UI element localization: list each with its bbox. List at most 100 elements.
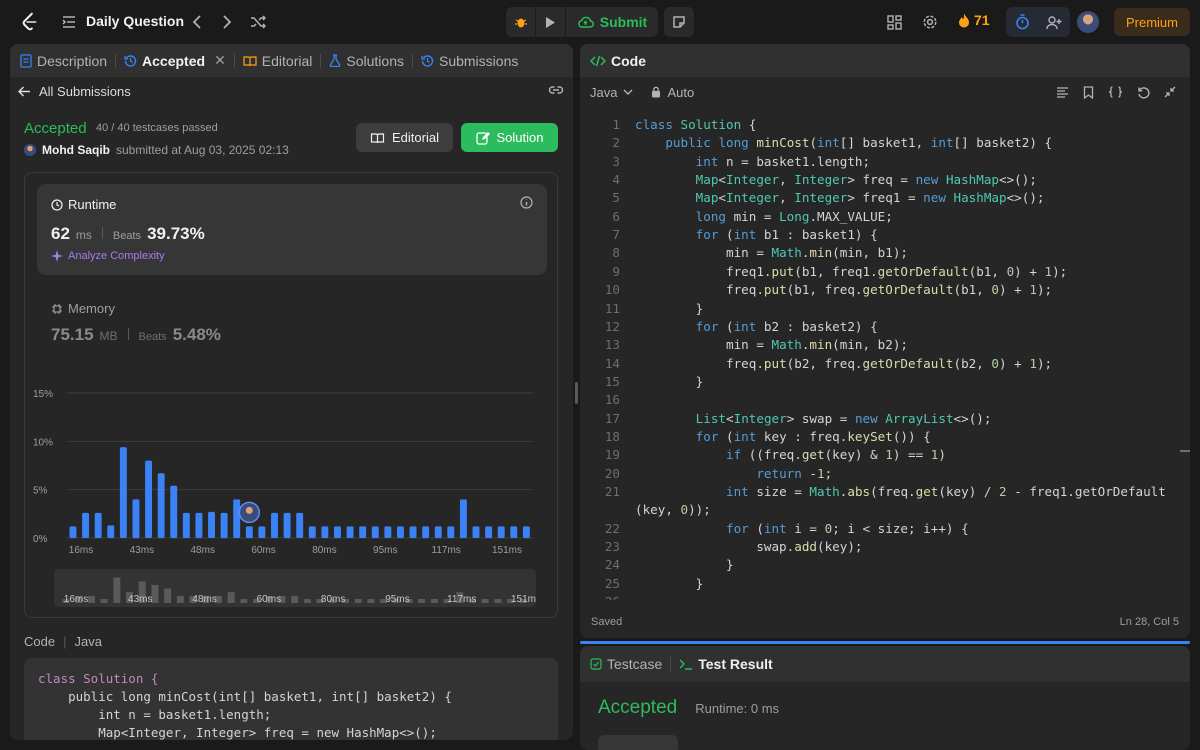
submitter-avatar[interactable] bbox=[24, 144, 36, 156]
code-line[interactable]: 3 int n = basket1.length; bbox=[580, 153, 1180, 172]
line-number: 4 bbox=[612, 172, 620, 188]
code-line[interactable]: 1 class Solution { bbox=[580, 116, 1180, 135]
code-line[interactable]: 17 List<Integer> swap = new ArrayList<>(… bbox=[580, 410, 1180, 429]
value-divider bbox=[101, 227, 103, 239]
code-tab-bar: Code bbox=[580, 44, 1190, 77]
reset-icon[interactable] bbox=[1137, 86, 1150, 99]
mini-bar bbox=[418, 599, 426, 603]
memory-label[interactable]: Memory bbox=[51, 301, 115, 316]
code-line[interactable]: 25 } bbox=[580, 575, 1180, 594]
vertical-resize-handle[interactable] bbox=[580, 641, 1190, 644]
analyze-complexity-link[interactable]: Analyze Complexity bbox=[51, 250, 165, 262]
settings-gear-icon[interactable] bbox=[920, 12, 940, 32]
close-tab-icon[interactable]: ✕ bbox=[214, 52, 226, 69]
run-button[interactable] bbox=[536, 7, 566, 37]
format-lines-icon[interactable] bbox=[1056, 86, 1069, 98]
code-line[interactable]: 11 } bbox=[580, 300, 1180, 319]
code-line[interactable]: 21 int size = Math.abs(freq.get(key) / 2… bbox=[580, 483, 1180, 502]
tab-accepted[interactable]: Accepted ✕ bbox=[124, 52, 226, 69]
code-line[interactable]: 7 for (int b1 : basket1) { bbox=[580, 226, 1180, 245]
code-line[interactable]: 12 for (int b2 : basket2) { bbox=[580, 318, 1180, 337]
panel-resize-handle[interactable] bbox=[575, 382, 578, 404]
tab-testcase[interactable]: Testcase bbox=[590, 656, 662, 672]
streak-counter[interactable]: 71 bbox=[958, 12, 990, 28]
runtime-distribution-chart[interactable]: 15% 10% 5% 0% 16ms 43ms 48ms 60ms 80ms 95ms 117ms 1… bbox=[25, 378, 559, 568]
code-line[interactable]: 15 } bbox=[580, 373, 1180, 392]
all-submissions-link[interactable]: All Submissions bbox=[18, 84, 131, 99]
code-line[interactable]: 22 for (int i = 0; i < size; i++) { bbox=[580, 520, 1180, 539]
tab-solutions[interactable]: Solutions bbox=[329, 53, 404, 69]
copy-link-icon[interactable] bbox=[548, 84, 564, 99]
premium-button[interactable]: Premium bbox=[1114, 8, 1190, 36]
collapse-icon[interactable] bbox=[1164, 86, 1176, 98]
tab-submissions[interactable]: Submissions bbox=[421, 53, 518, 69]
tab-accepted-label: Accepted bbox=[142, 52, 206, 69]
tab-code[interactable]: Code bbox=[590, 53, 646, 69]
shuffle-icon[interactable] bbox=[248, 12, 268, 32]
layout-grid-icon[interactable] bbox=[884, 12, 904, 32]
editorial-button[interactable]: Editorial bbox=[356, 123, 453, 152]
code-line[interactable]: 23 swap.add(key); bbox=[580, 538, 1180, 557]
code-line[interactable]: 4 Map<Integer, Integer> freq = new HashM… bbox=[580, 171, 1180, 190]
case-chip[interactable] bbox=[598, 735, 678, 750]
tab-description[interactable]: Description bbox=[20, 53, 107, 69]
avatar-face bbox=[245, 506, 253, 514]
code-line[interactable]: 24 } bbox=[580, 556, 1180, 575]
flask-icon bbox=[330, 54, 341, 67]
daily-question-title[interactable]: Daily Question bbox=[86, 13, 184, 29]
add-friend-button[interactable] bbox=[1038, 7, 1070, 37]
submitted-code-preview[interactable]: class Solution { public long minCost(int… bbox=[24, 658, 558, 740]
line-text: for (int i = 0; i < size; i++) { bbox=[726, 520, 969, 536]
code-line[interactable]: 9 freq1.put(b1, freq1.getOrDefault(b1, 0… bbox=[580, 263, 1180, 282]
code-line[interactable]: 16 bbox=[580, 391, 1180, 410]
prev-problem-icon[interactable] bbox=[188, 12, 206, 32]
tab-divider bbox=[670, 657, 672, 671]
editor-scrollbar[interactable] bbox=[1180, 450, 1190, 452]
next-problem-icon[interactable] bbox=[218, 12, 236, 32]
code-editor[interactable]: 1 class Solution {2 public long minCost(i… bbox=[580, 114, 1190, 600]
line-text: class Solution { bbox=[635, 117, 757, 132]
code-line[interactable]: 14 freq.put(b2, freq.getOrDefault(b2, 0)… bbox=[580, 355, 1180, 374]
bookmark-icon[interactable] bbox=[1083, 85, 1094, 99]
line-text: } bbox=[635, 373, 704, 389]
chart-range-slider[interactable]: 16ms 43ms 48ms 60ms 80ms 95ms 117ms 151ms bbox=[54, 569, 541, 607]
code-line[interactable]: 2 public long minCost(int[] basket1, int… bbox=[580, 134, 1180, 153]
info-icon[interactable] bbox=[520, 196, 533, 212]
histogram-bar bbox=[94, 512, 102, 538]
auto-mode-toggle[interactable]: Auto bbox=[651, 85, 694, 100]
code-line[interactable]: 5 Map<Integer, Integer> freq1 = new Hash… bbox=[580, 189, 1180, 208]
code-line[interactable]: 8 min = Math.min(min, b1); bbox=[580, 244, 1180, 263]
histogram-bar bbox=[195, 512, 203, 538]
braces-icon[interactable] bbox=[1108, 86, 1123, 98]
user-avatar[interactable] bbox=[1077, 11, 1099, 33]
leetcode-logo-icon[interactable] bbox=[18, 10, 42, 34]
x-tick-label: 95ms bbox=[373, 545, 397, 556]
code-line[interactable]: (key, 0)); bbox=[580, 501, 1180, 520]
code-line[interactable]: 19 if ((freq.get(key) & 1) == 1) bbox=[580, 446, 1180, 465]
submit-button[interactable]: Submit bbox=[566, 7, 658, 37]
note-icon bbox=[673, 16, 685, 28]
runtime-card[interactable]: Runtime 62 ms Beats 39.73% Analyze Compl… bbox=[37, 184, 547, 275]
line-text: List<Integer> swap = new ArrayList<>(); bbox=[695, 410, 992, 426]
mini-bar bbox=[87, 595, 95, 603]
code-line[interactable]: 6 long min = Long.MAX_VALUE; bbox=[580, 208, 1180, 227]
debug-button[interactable] bbox=[506, 7, 536, 37]
submission-panel: Description Accepted ✕ Editorial Solutio… bbox=[10, 44, 573, 740]
code-line[interactable]: 13 min = Math.min(min, b2); bbox=[580, 336, 1180, 355]
code-line[interactable]: 10 freq.put(b1, freq.getOrDefault(b1, 0)… bbox=[580, 281, 1180, 300]
line-number: 21 bbox=[604, 484, 620, 499]
language-select[interactable]: Java bbox=[590, 85, 633, 100]
code-line[interactable]: 26 bbox=[580, 593, 1180, 600]
tab-editorial[interactable]: Editorial bbox=[243, 53, 312, 69]
problem-list-icon[interactable] bbox=[60, 13, 78, 31]
tab-test-result[interactable]: Test Result bbox=[679, 656, 773, 672]
history-icon bbox=[421, 55, 434, 67]
code-line[interactable]: 20 return -1; bbox=[580, 465, 1180, 484]
code-line[interactable]: 18 for (int key : freq.keySet()) { bbox=[580, 428, 1180, 447]
timer-button[interactable] bbox=[1006, 7, 1038, 37]
submitter-name[interactable]: Mohd Saqib bbox=[42, 143, 110, 157]
edit-icon bbox=[475, 131, 490, 145]
result-runtime: Runtime: 0 ms bbox=[695, 701, 780, 716]
solution-button[interactable]: Solution bbox=[461, 123, 558, 152]
notes-button[interactable] bbox=[664, 7, 694, 37]
